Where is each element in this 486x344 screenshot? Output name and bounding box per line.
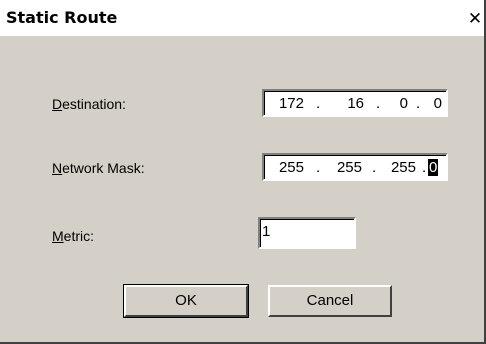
network-mask-label: Network Mask: bbox=[52, 160, 145, 176]
destination-dot-2: . bbox=[376, 95, 381, 112]
window-title: Static Route bbox=[6, 8, 118, 27]
network-mask-ip-input[interactable]: 255 . 255 . 255 . 0 bbox=[262, 153, 448, 181]
static-route-dialog: Static Route ✕ Destination: 172 . 16 . 0… bbox=[0, 0, 486, 344]
destination-octet-3[interactable]: 0 bbox=[392, 95, 408, 112]
cancel-button[interactable]: Cancel bbox=[268, 285, 392, 317]
destination-dot-3: . bbox=[416, 95, 421, 112]
destination-ip-input[interactable]: 172 . 16 . 0 . 0 bbox=[262, 89, 448, 117]
title-bar[interactable]: Static Route ✕ bbox=[0, 0, 484, 36]
destination-label-accelerator: D bbox=[52, 96, 63, 112]
network-mask-label-accelerator: N bbox=[52, 160, 63, 176]
metric-label-text: etric: bbox=[63, 228, 95, 244]
ok-button[interactable]: OK bbox=[123, 284, 249, 318]
destination-label-text: estination: bbox=[62, 96, 126, 112]
destination-label: Destination: bbox=[52, 96, 126, 112]
network-mask-dot-1: . bbox=[316, 159, 321, 176]
network-mask-label-text: etwork Mask: bbox=[62, 160, 145, 176]
network-mask-dot-3: . bbox=[422, 159, 427, 176]
metric-label: Metric: bbox=[52, 228, 94, 244]
network-mask-octet-1[interactable]: 255 bbox=[270, 159, 304, 176]
network-mask-octet-2[interactable]: 255 bbox=[328, 159, 362, 176]
destination-dot-1: . bbox=[316, 95, 321, 112]
network-mask-octet-4-selected[interactable]: 0 bbox=[428, 159, 439, 176]
close-icon[interactable]: ✕ bbox=[466, 10, 484, 28]
metric-input[interactable]: 1 bbox=[258, 217, 356, 249]
destination-octet-4[interactable]: 0 bbox=[424, 95, 442, 112]
network-mask-octet-3[interactable]: 255 bbox=[382, 159, 416, 176]
network-mask-dot-2: . bbox=[372, 159, 377, 176]
destination-octet-2[interactable]: 16 bbox=[334, 95, 364, 112]
destination-octet-1[interactable]: 172 bbox=[270, 95, 304, 112]
metric-label-accelerator: M bbox=[52, 228, 64, 244]
